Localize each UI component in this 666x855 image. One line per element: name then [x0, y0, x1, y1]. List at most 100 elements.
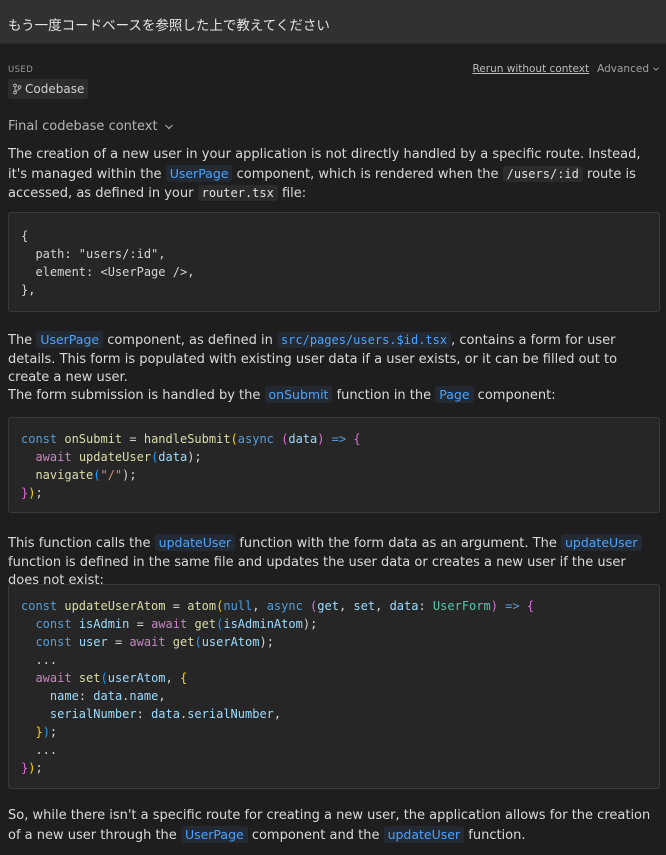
codebase-chip[interactable]: Codebase: [8, 79, 89, 99]
code-token: user: [78, 635, 108, 649]
code-token: data: [93, 689, 123, 703]
code-token: {: [21, 229, 29, 243]
branch-icon: [13, 83, 22, 95]
code-token: serialNumber: [187, 707, 274, 721]
code-token: get: [194, 617, 217, 631]
text: component, which is rendered when the: [232, 166, 503, 182]
code-token: ,: [158, 247, 166, 261]
code-block-onsubmit: const onSubmit = handleSubmit(async (dat…: [8, 417, 660, 513]
code-token: navigate: [35, 468, 94, 482]
text: component, as defined in: [103, 333, 277, 348]
code-token: element:: [21, 265, 101, 279]
chevron-down-icon: [164, 124, 173, 129]
code-token: data: [389, 599, 419, 613]
code-token: =: [165, 599, 188, 613]
code-token: ): [317, 432, 332, 446]
code-token: name: [129, 689, 159, 703]
code-token: ;: [35, 486, 43, 500]
code-token: data: [288, 432, 318, 446]
code-token: <UserPage />: [100, 265, 188, 279]
code-token: (: [302, 599, 318, 613]
code-token: const: [21, 432, 58, 446]
code-token: =: [122, 432, 144, 446]
code-token: onSubmit: [64, 432, 123, 446]
inline-code-userpage[interactable]: UserPage: [180, 825, 248, 843]
code-token: );: [302, 617, 318, 631]
code-token: await: [151, 617, 188, 631]
inline-code-userpage[interactable]: UserPage: [165, 164, 233, 182]
inline-code-userpage[interactable]: UserPage: [36, 331, 104, 348]
code-token: userAtom: [107, 671, 166, 685]
code-token: "/": [100, 468, 123, 482]
prompt-text: もう一度コードベースを参照した上で教えてください: [8, 18, 330, 34]
code-token: const: [35, 635, 72, 649]
code-token: }: [35, 725, 43, 739]
code-token: (: [230, 432, 238, 446]
text: This function calls the: [8, 536, 155, 551]
text: file:: [277, 186, 307, 201]
code-token: updateUserAtom: [64, 599, 166, 613]
code-token: path:: [21, 247, 79, 261]
answer-paragraph-2: The UserPage component, as defined in sr…: [8, 331, 660, 388]
code-token: updateUser: [78, 450, 152, 464]
code-token: get: [172, 635, 195, 649]
code-token: data: [151, 707, 180, 721]
code-token: userAtom: [201, 635, 260, 649]
code-token: await: [35, 671, 72, 685]
answer-paragraph-1: The creation of a new user in your appli…: [8, 146, 660, 204]
rerun-without-context-link[interactable]: Rerun without context: [472, 63, 589, 75]
text: function.: [464, 827, 526, 843]
used-label: USED: [8, 65, 34, 75]
text: The form submission is handled by the: [8, 388, 265, 403]
code-token: atom: [187, 599, 217, 613]
code-token: ...: [35, 743, 58, 757]
code-token: ,: [375, 599, 390, 613]
code-token: ,: [158, 689, 166, 703]
code-token: (: [273, 432, 289, 446]
inline-code-file-link[interactable]: src/pages/users.$id.tsx: [276, 332, 452, 348]
advanced-dropdown[interactable]: Advanced: [597, 63, 660, 75]
answer-paragraph-3: The form submission is handled by the on…: [8, 386, 660, 406]
code-token: serialNumber: [49, 707, 137, 721]
code-token: );: [122, 468, 137, 482]
text: component and the: [247, 827, 384, 843]
code-token: },: [21, 283, 36, 297]
code-token: data: [158, 450, 188, 464]
code-token: ,: [338, 599, 354, 613]
inline-code-router-file: router.tsx: [197, 185, 278, 201]
code-token: :: [78, 689, 94, 703]
inline-code-updateuser[interactable]: updateUser: [383, 825, 465, 843]
code-token: isAdmin: [78, 617, 130, 631]
code-token: ): [490, 599, 506, 613]
chevron-down-icon: [653, 67, 659, 71]
code-token: ): [42, 725, 50, 739]
inline-code-onsubmit[interactable]: onSubmit: [264, 386, 333, 403]
context-actions: Rerun without context Advanced: [472, 63, 660, 75]
code-token: get: [317, 599, 339, 613]
code-token: );: [187, 450, 202, 464]
code-token: handleSubmit: [143, 432, 231, 446]
code-token: {: [179, 671, 188, 685]
inline-code-route: /users/:id: [502, 165, 583, 182]
inline-code-updateuser[interactable]: updateUser: [560, 534, 642, 551]
code-token: ;: [49, 725, 58, 739]
code-token: set: [78, 671, 101, 685]
code-token: :: [136, 707, 152, 721]
code-token: (: [194, 635, 202, 649]
code-token: =>: [505, 599, 520, 613]
inline-code-page[interactable]: Page: [435, 386, 474, 403]
codebase-chip-label: Codebase: [25, 82, 85, 96]
answer-paragraph-4: This function calls the updateUser funct…: [8, 534, 660, 591]
final-context-toggle[interactable]: Final codebase context: [8, 119, 174, 134]
code-token: =: [107, 635, 130, 649]
inline-code-updateuser[interactable]: updateUser: [154, 534, 236, 551]
answer-paragraph-5: So, while there isn't a specific route f…: [8, 807, 660, 845]
code-token: ,: [273, 707, 282, 721]
text: component:: [473, 388, 556, 403]
code-token: set: [353, 599, 376, 613]
text: function with the form data as an argume…: [235, 536, 561, 551]
code-block-router: { path: "users/:id", element: <UserPage …: [8, 212, 660, 312]
code-token: ,: [187, 265, 195, 279]
code-token: UserForm: [432, 599, 491, 613]
code-token: );: [259, 635, 274, 649]
